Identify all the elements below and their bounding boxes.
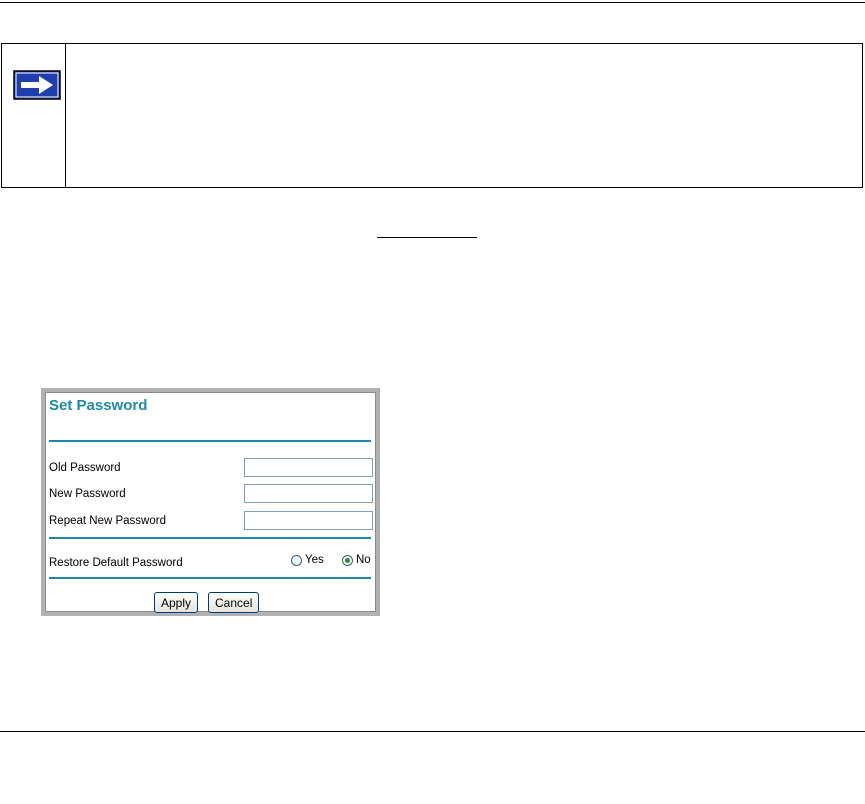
set-password-form: Set Password Old Password New Password R… [45,392,376,613]
repeat-password-field[interactable] [244,511,373,530]
restore-no-radio[interactable]: No [342,554,371,566]
note-box [1,43,863,188]
restore-yes-radio[interactable]: Yes [291,554,324,566]
repeat-password-label: Repeat New Password [49,515,166,527]
new-password-label: New Password [49,488,126,500]
top-rule [0,2,865,3]
panel-title: Set Password [49,397,148,414]
restore-default-label: Restore Default Password [49,557,183,569]
arrow-right-icon [13,70,61,100]
divider-line [49,577,371,579]
radio-yes-label: Yes [305,554,324,566]
set-password-panel: Set Password Old Password New Password R… [41,388,380,616]
note-divider [65,44,66,187]
new-password-field[interactable] [244,484,373,503]
old-password-label: Old Password [49,462,121,474]
radio-unchecked-icon[interactable] [291,554,302,566]
cancel-button[interactable]: Cancel [208,592,260,613]
radio-checked-icon[interactable] [342,554,353,566]
old-password-field[interactable] [244,458,373,477]
underline-mark [377,237,477,238]
bottom-rule [0,731,865,732]
radio-no-label: No [356,554,371,566]
apply-button[interactable]: Apply [154,592,199,613]
divider-line [49,537,371,539]
divider-line [49,440,371,442]
